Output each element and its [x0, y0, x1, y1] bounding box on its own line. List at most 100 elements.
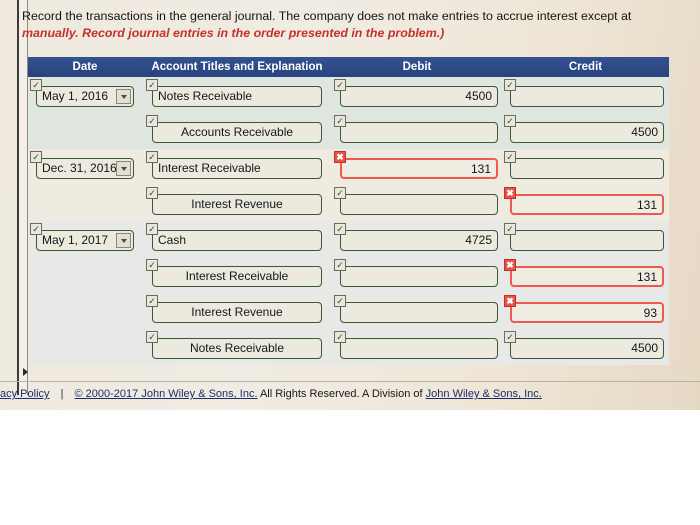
chevron-down-icon[interactable]: [116, 89, 131, 104]
date-field: ✓ Dec. 31, 2016: [30, 151, 134, 179]
account-input[interactable]: Notes Receivable: [152, 338, 322, 359]
credit-input[interactable]: 4500: [510, 122, 664, 143]
copyright-link[interactable]: © 2000-2017 John Wiley & Sons, Inc.: [75, 388, 258, 400]
cell-credit: ✖ 93: [502, 293, 669, 323]
account-status-icon: ✓: [146, 331, 158, 343]
cell-account: ✓ Notes Receivable: [142, 329, 332, 359]
privacy-policy-link[interactable]: acy Policy: [0, 388, 50, 400]
debit-field: ✓: [334, 259, 498, 287]
cell-debit: ✖ 131: [332, 149, 502, 179]
debit-input[interactable]: 4500: [340, 86, 498, 107]
account-field: ✓ Interest Revenue: [146, 187, 322, 215]
debit-field: ✓: [334, 295, 498, 323]
debit-field: ✖ 131: [334, 151, 498, 179]
account-input[interactable]: Interest Receivable: [152, 266, 322, 287]
account-input[interactable]: Interest Revenue: [152, 194, 322, 215]
cell-date: ✓ May 1, 2017: [28, 221, 142, 251]
footer-divider: [0, 381, 700, 382]
cell-credit: ✓ 4500: [502, 329, 669, 359]
instruction-line-2: manually. Record journal entries in the …: [22, 26, 445, 40]
debit-input[interactable]: [340, 302, 498, 323]
debit-status-icon: ✓: [334, 259, 346, 271]
debit-input[interactable]: [340, 266, 498, 287]
credit-status-icon: ✓: [504, 151, 516, 163]
page-left-edge-strip: [17, 0, 28, 395]
cell-account: ✓ Interest Revenue: [142, 293, 332, 323]
date-status-icon: ✓: [30, 79, 42, 91]
debit-input[interactable]: [340, 122, 498, 143]
account-input[interactable]: Cash: [152, 230, 322, 251]
credit-status-icon: ✖: [504, 295, 516, 307]
credit-field: ✓: [504, 223, 664, 251]
cell-debit: ✓ 4500: [332, 77, 502, 107]
date-status-icon: ✓: [30, 151, 42, 163]
account-input[interactable]: Notes Receivable: [152, 86, 322, 107]
debit-input[interactable]: [340, 194, 498, 215]
account-status-icon: ✓: [146, 295, 158, 307]
account-status-icon: ✓: [146, 79, 158, 91]
credit-status-icon: ✖: [504, 187, 516, 199]
account-field: ✓ Accounts Receivable: [146, 115, 322, 143]
cell-account: ✓ Interest Receivable: [142, 149, 332, 179]
cell-account: ✓ Cash: [142, 221, 332, 251]
scroll-right-arrow-icon[interactable]: [23, 368, 28, 376]
table-row: ✓ Accounts Receivable ✓ ✓ 4500: [28, 113, 669, 149]
cell-credit: ✖ 131: [502, 185, 669, 215]
credit-input[interactable]: 4500: [510, 338, 664, 359]
account-input[interactable]: Accounts Receivable: [152, 122, 322, 143]
general-journal-table: Date Account Titles and Explanation Debi…: [28, 57, 669, 365]
cell-date: [28, 293, 142, 323]
account-field: ✓ Interest Receivable: [146, 259, 322, 287]
credit-input[interactable]: 131: [510, 194, 664, 215]
instructions-block: Record the transactions in the general j…: [22, 8, 700, 42]
account-field: ✓ Interest Revenue: [146, 295, 322, 323]
cell-account: ✓ Accounts Receivable: [142, 113, 332, 143]
cell-debit: ✓: [332, 257, 502, 287]
debit-input[interactable]: 4725: [340, 230, 498, 251]
cell-account: ✓ Notes Receivable: [142, 77, 332, 107]
account-input[interactable]: Interest Receivable: [152, 158, 322, 179]
credit-input[interactable]: [510, 158, 664, 179]
table-row: ✓ Interest Receivable ✓ ✖ 131: [28, 257, 669, 293]
account-input[interactable]: Interest Revenue: [152, 302, 322, 323]
credit-input[interactable]: [510, 230, 664, 251]
debit-status-icon: ✓: [334, 223, 346, 235]
credit-field: ✓: [504, 151, 664, 179]
credit-input[interactable]: 93: [510, 302, 664, 323]
debit-field: ✓ 4725: [334, 223, 498, 251]
chevron-down-icon[interactable]: [116, 233, 131, 248]
division-link[interactable]: John Wiley & Sons, Inc.: [426, 388, 542, 400]
date-status-icon: ✓: [30, 223, 42, 235]
cell-credit: ✓: [502, 77, 669, 107]
credit-field: ✖ 131: [504, 187, 664, 215]
account-status-icon: ✓: [146, 115, 158, 127]
credit-field: ✓: [504, 79, 664, 107]
column-header-debit: Debit: [402, 61, 432, 73]
debit-field: ✓: [334, 115, 498, 143]
debit-input[interactable]: [340, 338, 498, 359]
cell-credit: ✓ 4500: [502, 113, 669, 143]
table-row: ✓ Notes Receivable ✓ ✓ 4500: [28, 329, 669, 365]
debit-field: ✓: [334, 331, 498, 359]
account-field: ✓ Interest Receivable: [146, 151, 322, 179]
cell-debit: ✓ 4725: [332, 221, 502, 251]
credit-input[interactable]: [510, 86, 664, 107]
credit-field: ✓ 4500: [504, 331, 664, 359]
cell-date: [28, 185, 142, 215]
debit-input[interactable]: 131: [340, 158, 498, 179]
below-page-whitespace: [0, 410, 700, 525]
chevron-down-icon[interactable]: [116, 161, 131, 176]
credit-field: ✖ 93: [504, 295, 664, 323]
credit-status-icon: ✓: [504, 223, 516, 235]
credit-input[interactable]: 131: [510, 266, 664, 287]
credit-field: ✓ 4500: [504, 115, 664, 143]
cell-date: [28, 329, 142, 359]
credit-field: ✖ 131: [504, 259, 664, 287]
debit-status-icon: ✓: [334, 331, 346, 343]
cell-debit: ✓: [332, 113, 502, 143]
table-body: ✓ May 1, 2016 ✓ Notes Receivable ✓ 4500 ✓ ✓ Acco…: [28, 77, 669, 365]
credit-status-icon: ✓: [504, 79, 516, 91]
column-header-credit: Credit: [568, 61, 603, 73]
table-row: ✓ May 1, 2017 ✓ Cash ✓ 4725 ✓: [28, 221, 669, 257]
page-footer: acy Policy | © 2000-2017 John Wiley & So…: [0, 388, 700, 400]
